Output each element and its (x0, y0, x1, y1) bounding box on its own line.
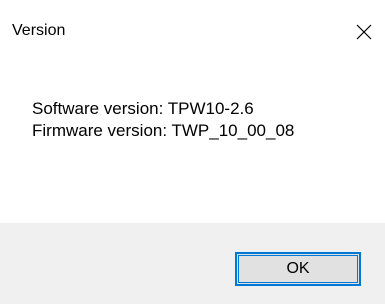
ok-button-label: OK (286, 260, 310, 277)
window-title: Version (12, 22, 66, 39)
dialog-footer: OK (0, 223, 385, 304)
title-bar: Version (0, 0, 385, 62)
dialog-content: Software version: TPW10-2.6 Firmware ver… (0, 62, 385, 223)
close-icon (356, 24, 372, 40)
version-dialog: Version Software version: TPW10-2.6 Firm… (0, 0, 385, 304)
ok-button[interactable]: OK (235, 252, 361, 286)
firmware-version-text: Firmware version: TWP_10_00_08 (32, 121, 295, 140)
close-button[interactable] (343, 12, 385, 52)
software-version-text: Software version: TPW10-2.6 (32, 99, 254, 118)
